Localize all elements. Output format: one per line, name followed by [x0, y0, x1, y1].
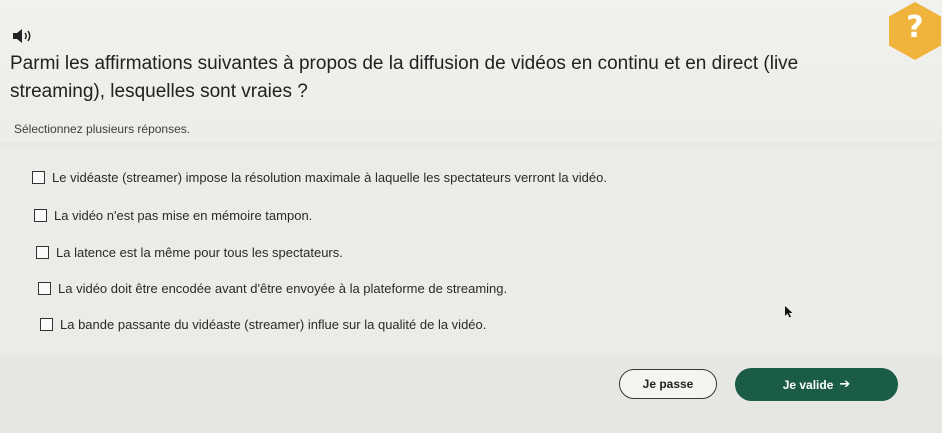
checkbox[interactable] — [40, 318, 53, 331]
option-label: La vidéo doit être encodée avant d'être … — [58, 281, 508, 296]
help-button[interactable]: ? — [889, 2, 941, 60]
option-1[interactable]: Le vidéaste (streamer) impose la résolut… — [32, 170, 607, 185]
option-label: Le vidéaste (streamer) impose la résolut… — [52, 170, 607, 185]
option-label: La bande passante du vidéaste (streamer)… — [60, 317, 487, 332]
validate-label: Je valide — [782, 377, 834, 392]
option-3[interactable]: La latence est la même pour tous les spe… — [36, 245, 343, 260]
checkbox[interactable] — [38, 282, 51, 295]
question-mark-icon: ? — [906, 10, 924, 45]
option-2[interactable]: La vidéo n'est pas mise en mémoire tampo… — [34, 208, 312, 223]
checkbox[interactable] — [36, 246, 49, 259]
speaker-icon-glyph — [13, 29, 31, 43]
validate-button[interactable]: Je valide ➔ — [735, 368, 898, 401]
speaker-icon[interactable] — [10, 26, 38, 46]
option-4[interactable]: La vidéo doit être encodée avant d'être … — [38, 281, 507, 296]
instruction-text: Sélectionnez plusieurs réponses. — [14, 122, 191, 136]
arrow-right-icon: ➔ — [839, 377, 851, 392]
question-text: Parmi les affirmations suivantes à propo… — [10, 53, 799, 102]
option-5[interactable]: La bande passante du vidéaste (streamer)… — [40, 317, 486, 332]
checkbox[interactable] — [34, 209, 47, 222]
option-label: La vidéo n'est pas mise en mémoire tampo… — [54, 208, 313, 223]
mouse-cursor-icon — [785, 306, 793, 318]
option-label: La latence est la même pour tous les spe… — [56, 245, 343, 260]
skip-button[interactable]: Je passe — [619, 369, 717, 399]
checkbox[interactable] — [32, 171, 45, 184]
